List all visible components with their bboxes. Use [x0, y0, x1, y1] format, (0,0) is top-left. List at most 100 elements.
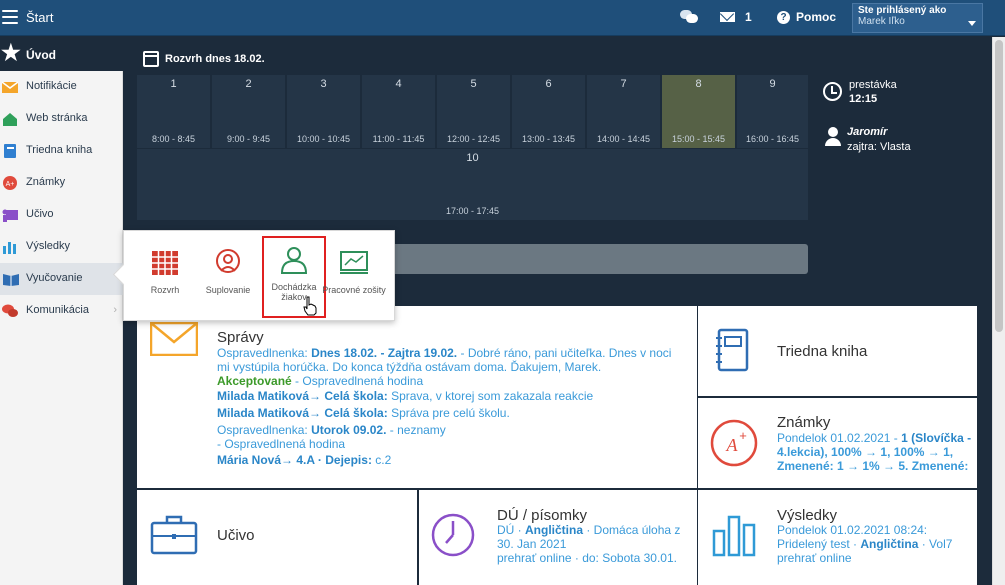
- sidebar-item-komunikacia[interactable]: Komunikácia ›: [0, 295, 123, 327]
- sidebar-item-label: Web stránka: [26, 112, 88, 124]
- message-line[interactable]: Ospravedlnenka: Dnes 18.02. - Zajtra 19.…: [217, 346, 671, 360]
- message-date: Utorok 09.02.: [311, 423, 387, 437]
- search-bar[interactable]: [384, 244, 808, 274]
- lesson-cell-current[interactable]: 8 15:00 - 15:45: [662, 75, 735, 148]
- clock-icon: [431, 513, 475, 557]
- message-line[interactable]: Milada Matiková→ Celá škola: Sprava, v k…: [217, 389, 593, 403]
- star-icon: ★: [1, 40, 21, 65]
- lesson-time: 14:00 - 14:45: [596, 134, 651, 144]
- grade-icon: A+: [3, 176, 17, 190]
- message-sender: Milada Matiková→ Celá škola:: [217, 406, 388, 420]
- sidebar-item-znamky[interactable]: A+ Známky: [0, 167, 123, 199]
- grade-a-plus-icon: A +: [710, 419, 758, 467]
- lesson-number: 10: [466, 152, 479, 164]
- result-line[interactable]: Pridelený test · Angličtina · Vol7: [777, 537, 952, 551]
- chat-button[interactable]: [680, 10, 698, 24]
- lesson-cell[interactable]: 4 11:00 - 11:45: [362, 75, 435, 148]
- homework-line[interactable]: prehrať online · do: Sobota 30.01.: [497, 551, 677, 565]
- home-icon: [3, 113, 17, 126]
- lesson-cell[interactable]: 3 10:00 - 10:45: [287, 75, 360, 148]
- help-button[interactable]: ? Pomoc: [777, 10, 836, 24]
- user-name: Marek Iľko: [858, 16, 905, 27]
- substitute-person-icon: [216, 249, 240, 273]
- top-bar: Štart 1 ? Pomoc Ste prihlásený ako Marek…: [0, 0, 1005, 36]
- lesson-time: 10:00 - 10:45: [296, 134, 351, 144]
- popup-item-suplovanie[interactable]: Suplovanie: [196, 241, 260, 295]
- sidebar-item-triedna-kniha[interactable]: Triedna kniha: [0, 135, 123, 167]
- lesson-time: 13:00 - 13:45: [521, 134, 576, 144]
- timetable-title: Rozvrh dnes 18.02.: [165, 53, 265, 65]
- message-date: Dnes 18.02. - Zajtra 19.02.: [311, 346, 458, 360]
- timetable-heading: Rozvrh dnes 18.02.: [143, 51, 265, 67]
- chat-icon: [2, 304, 18, 317]
- result-date: Pondelok 01.02.2021 08:24:: [777, 523, 928, 537]
- homework-subject: Angličtina: [525, 523, 584, 537]
- lesson-cell[interactable]: 10 17:00 - 17:45: [137, 149, 808, 220]
- message-line[interactable]: mi vystúpila horúčka. Do konca týždňa os…: [217, 360, 601, 374]
- popup-item-label: Pracovné zošity: [322, 285, 386, 295]
- lesson-number: 7: [620, 78, 627, 90]
- grade-date: Pondelok 01.02.2021 -: [777, 431, 902, 445]
- lesson-cell[interactable]: 9 16:00 - 16:45: [737, 75, 808, 148]
- message-text: Ospravedlnenka:: [217, 423, 312, 437]
- message-line[interactable]: Milada Matiková→ Celá škola: Správa pre …: [217, 406, 510, 420]
- popup-item-label: Rozvrh: [150, 285, 180, 295]
- scrollbar-thumb[interactable]: [995, 40, 1003, 332]
- lesson-number: 5: [470, 78, 477, 90]
- sidebar-item-vysledky[interactable]: Výsledky: [0, 231, 123, 263]
- lesson-cell[interactable]: 6 13:00 - 13:45: [512, 75, 585, 148]
- user-account-dropdown[interactable]: Ste prihlásený ako Marek Iľko: [852, 3, 983, 33]
- message-text: - neznamy: [386, 423, 446, 437]
- lesson-number: 6: [545, 78, 552, 90]
- message-text: - Ospravedlnená hodina: [291, 374, 424, 388]
- result-line[interactable]: prehrať online: [777, 551, 852, 565]
- sidebar-item-label: Učivo: [26, 208, 54, 220]
- lesson-number: 8: [695, 78, 702, 90]
- spravy-title: Správy: [217, 329, 264, 346]
- person-icon: [825, 127, 841, 147]
- message-text: Ospravedlnenka:: [217, 346, 312, 360]
- message-line[interactable]: - Ospravedlnená hodina: [217, 437, 345, 451]
- app-title[interactable]: Štart: [26, 10, 53, 25]
- lesson-time: 17:00 - 17:45: [445, 206, 500, 216]
- messages-count: 1: [745, 10, 752, 24]
- envelope-icon: [150, 322, 198, 356]
- sidebar-item-ucivo[interactable]: Učivo: [0, 199, 123, 231]
- messages-button[interactable]: 1: [720, 10, 752, 24]
- sidebar-item-notifikacie[interactable]: Notifikácie: [0, 71, 123, 103]
- message-line[interactable]: Ospravedlnenka: Utorok 09.02. - neznamy: [217, 423, 446, 437]
- popup-item-dochadzka-ziakov[interactable]: Dochádzka žiakov: [262, 236, 326, 318]
- du-title: DÚ / písomky: [497, 507, 588, 524]
- lesson-cell[interactable]: 7 14:00 - 14:45: [587, 75, 660, 148]
- open-book-icon: [3, 274, 19, 286]
- grade-line[interactable]: 4.lekcia), 100% → 1, 100% → 1,: [777, 445, 953, 459]
- sidebar-item-label: Výsledky: [26, 240, 71, 252]
- message-sender: Mária Nová→ 4.A · Dejepis:: [217, 453, 372, 467]
- homework-line[interactable]: DÚ · Angličtina · Domáca úloha z: [497, 523, 680, 537]
- grade-line[interactable]: Pondelok 01.02.2021 - 1 (Slovíčka -: [777, 431, 971, 445]
- hamburger-menu-icon[interactable]: [2, 10, 18, 24]
- popup-item-pracovne-zosity[interactable]: Pracovné zošity: [322, 241, 386, 295]
- bar-chart-icon: [712, 515, 756, 557]
- sidebar-item-web-stranka[interactable]: Web stránka: [0, 103, 123, 135]
- svg-text:+: +: [739, 428, 747, 443]
- vyucovanie-popup-menu: Rozvrh Suplovanie Dochádzka žiakov Praco…: [123, 230, 395, 321]
- popup-item-rozvrh[interactable]: Rozvrh: [133, 241, 197, 295]
- homework-type: DÚ ·: [497, 523, 525, 537]
- message-line[interactable]: Akceptované - Ospravedlnená hodina: [217, 374, 423, 388]
- lesson-cell[interactable]: 2 9:00 - 9:45: [212, 75, 285, 148]
- sidebar-item-label: Notifikácie: [26, 80, 77, 92]
- sidebar-item-vyucovanie[interactable]: Vyučovanie: [0, 263, 123, 295]
- popup-item-label: Suplovanie: [205, 285, 251, 295]
- message-line[interactable]: Mária Nová→ 4.A · Dejepis: c.2: [217, 453, 391, 467]
- grade-line[interactable]: Zmenené: 1 → 1% → 5. Zmenené:: [777, 459, 968, 473]
- sidebar-item-uvod[interactable]: ★ Úvod: [0, 37, 123, 71]
- break-time: 12:15: [849, 93, 878, 105]
- chat-bubbles-icon: [680, 10, 698, 24]
- lesson-cell[interactable]: 1 8:00 - 8:45: [137, 75, 210, 148]
- learning-icon: [2, 209, 18, 222]
- lesson-cell[interactable]: 5 12:00 - 12:45: [437, 75, 510, 148]
- timetable-grid-icon: [152, 251, 178, 275]
- lesson-time: 9:00 - 9:45: [226, 134, 271, 144]
- lesson-number: 2: [245, 78, 252, 90]
